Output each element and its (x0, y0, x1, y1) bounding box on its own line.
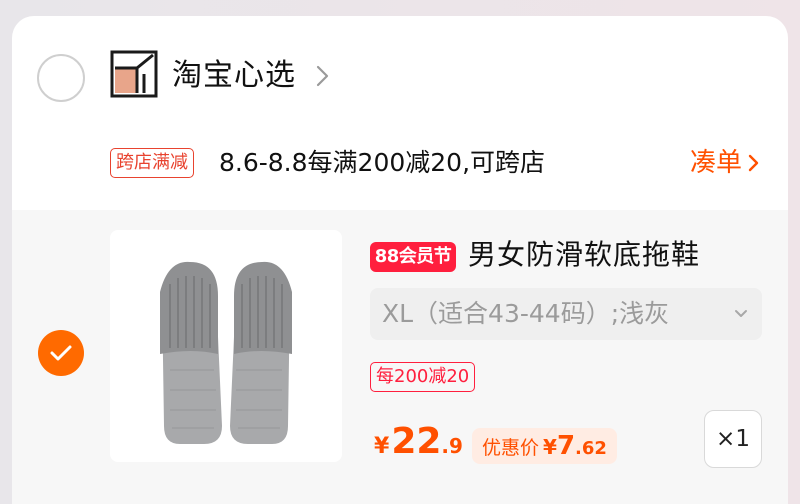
shop-header: 淘宝心选 (12, 16, 788, 134)
quantity-stepper[interactable]: ×1 (704, 410, 762, 468)
deal-currency: ¥ (543, 435, 557, 459)
price-currency: ¥ (374, 434, 390, 459)
price-integer: 22 (391, 421, 442, 462)
add-on-label: 凑单 (689, 148, 742, 178)
deal-decimal: .62 (575, 438, 607, 459)
sku-selector[interactable]: XL（适合43-44码）;浅灰 (370, 288, 762, 340)
product-image[interactable] (110, 230, 342, 462)
deal-label: 优惠价 (482, 437, 540, 459)
deal-price-badge: 优惠价 ¥7.62 (472, 428, 617, 464)
chevron-right-icon (748, 154, 759, 172)
shop-name[interactable]: 淘宝心选 (172, 54, 296, 98)
promo-tag: 跨店满减 (110, 148, 194, 178)
item-select-checkbox[interactable] (38, 330, 84, 376)
add-on-button[interactable]: 凑单 (690, 144, 760, 182)
shop-select-radio[interactable] (37, 54, 85, 102)
sku-value: XL（适合43-44码）;浅灰 (382, 299, 670, 328)
shop-logo[interactable] (110, 50, 158, 98)
product-title[interactable]: 男女防滑软底拖鞋 (468, 234, 700, 276)
cart-shop-card: 淘宝心选 跨店满减 8.6-8.8每满200减20,可跨店 凑单 88会员节 男… (12, 16, 788, 504)
cart-item: 88会员节 男女防滑软底拖鞋 XL（适合43-44码）;浅灰 每200减20 ¥… (12, 210, 788, 504)
promo-row: 跨店满减 8.6-8.8每满200减20,可跨店 凑单 (12, 142, 788, 190)
chevron-right-icon[interactable] (315, 64, 331, 88)
member-festival-badge: 88会员节 (370, 242, 456, 272)
discount-tag: 每200减20 (370, 362, 476, 392)
price: ¥22.9 (374, 420, 463, 470)
chevron-down-icon (735, 310, 747, 317)
price-decimal: .9 (441, 434, 463, 458)
check-icon (50, 345, 72, 361)
promo-text: 8.6-8.8每满200减20,可跨店 (219, 148, 546, 177)
deal-integer: 7 (556, 431, 576, 461)
slippers-icon (160, 261, 292, 444)
